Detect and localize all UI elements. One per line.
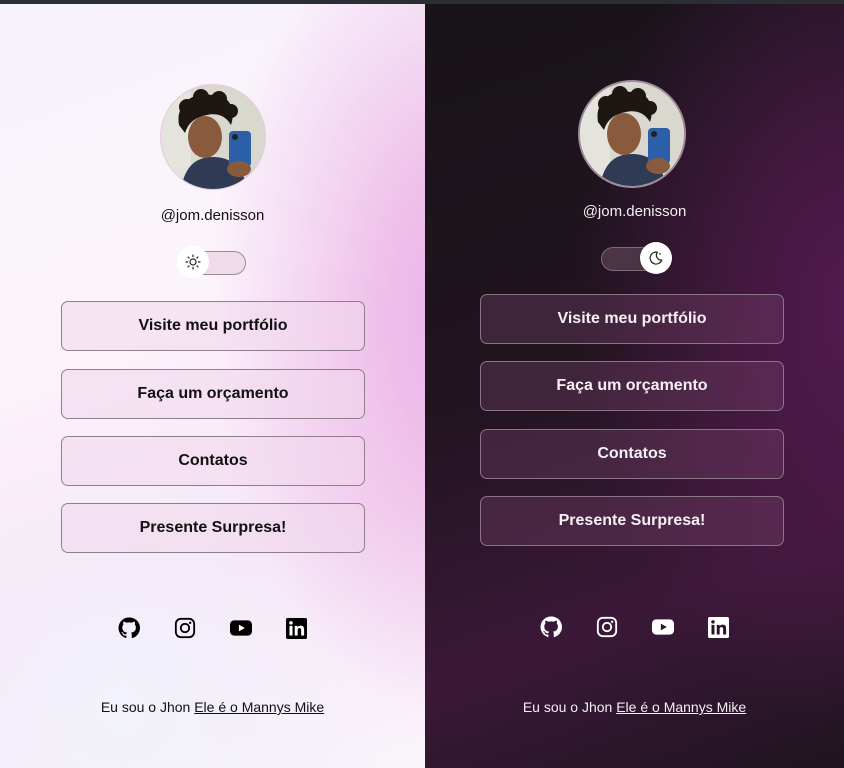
footer-text: Eu sou o Jhon (100, 699, 191, 715)
quote-button-label: Faça um orçamento (137, 385, 289, 402)
light-theme-panel: @jom.denisson Visite meu portfólio Faça … (0, 4, 425, 768)
instagram-icon[interactable] (596, 616, 618, 638)
linkedin-icon[interactable] (286, 617, 308, 639)
theme-toggle[interactable] (601, 242, 672, 274)
contacts-button-label: Contatos (597, 445, 667, 462)
quote-button[interactable]: Faça um orçamento (480, 361, 784, 411)
footer-text: Eu sou o Jhon (522, 699, 613, 715)
moon-icon[interactable] (640, 242, 672, 274)
footer: Eu sou o Jhon Ele é o Mannys Mike (425, 699, 844, 715)
contacts-button[interactable]: Contatos (480, 429, 784, 479)
avatar (160, 84, 266, 190)
portfolio-button[interactable]: Visite meu portfólio (61, 301, 365, 351)
sun-icon[interactable] (177, 246, 209, 278)
contacts-button-label: Contatos (178, 452, 248, 469)
username-handle: @jom.denisson (160, 207, 265, 224)
username-handle: @jom.denisson (582, 203, 687, 220)
surprise-gift-button-label: Presente Surpresa! (139, 519, 287, 536)
footer-link[interactable]: Ele é o Mannys Mike (616, 699, 746, 715)
portfolio-button[interactable]: Visite meu portfólio (480, 294, 784, 344)
dark-theme-panel: @jom.denisson Visite meu portfólio Faça … (425, 4, 844, 768)
surprise-gift-button-label: Presente Surpresa! (558, 512, 706, 529)
github-icon[interactable] (118, 617, 140, 639)
footer: Eu sou o Jhon Ele é o Mannys Mike (0, 699, 425, 715)
footer-link[interactable]: Ele é o Mannys Mike (194, 699, 324, 715)
youtube-icon[interactable] (229, 617, 252, 639)
quote-button[interactable]: Faça um orçamento (61, 369, 365, 419)
quote-button-label: Faça um orçamento (556, 377, 708, 394)
avatar (578, 80, 686, 188)
youtube-icon[interactable] (651, 616, 674, 638)
surprise-gift-button[interactable]: Presente Surpresa! (61, 503, 365, 553)
contacts-button[interactable]: Contatos (61, 436, 365, 486)
portfolio-button-label: Visite meu portfólio (138, 317, 288, 334)
linkedin-icon[interactable] (708, 616, 730, 638)
theme-toggle[interactable] (177, 246, 246, 278)
social-links (0, 617, 425, 639)
portfolio-button-label: Visite meu portfólio (557, 310, 707, 327)
surprise-gift-button[interactable]: Presente Surpresa! (480, 496, 784, 546)
social-links (425, 616, 844, 638)
github-icon[interactable] (540, 616, 562, 638)
instagram-icon[interactable] (174, 617, 196, 639)
